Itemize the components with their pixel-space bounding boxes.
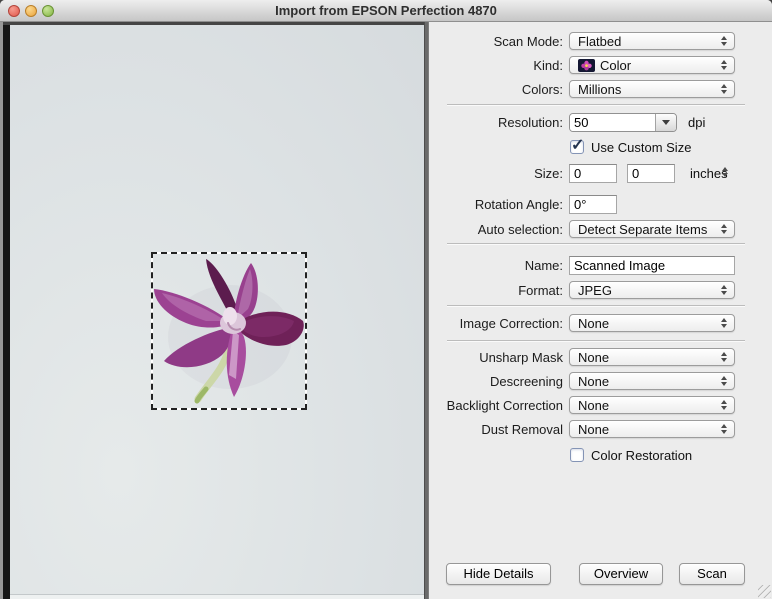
minimize-button[interactable] xyxy=(25,5,37,17)
auto-selection-select[interactable]: Detect Separate Items xyxy=(569,220,735,238)
image-correction-select[interactable]: None xyxy=(569,314,735,332)
separator xyxy=(447,104,745,106)
window-title: Import from EPSON Perfection 4870 xyxy=(0,0,772,22)
resolution-combo[interactable] xyxy=(569,113,677,132)
scan-mode-select[interactable]: Flatbed xyxy=(569,32,735,50)
descreening-label: Descreening xyxy=(490,372,563,391)
up-down-arrows-icon xyxy=(721,285,727,295)
scan-mode-label: Scan Mode: xyxy=(494,32,563,51)
size-label: Size: xyxy=(534,164,563,183)
up-down-arrows-icon xyxy=(721,376,727,386)
resize-grip[interactable] xyxy=(758,585,771,598)
up-down-arrows-icon xyxy=(721,352,727,362)
scan-bottom-edge xyxy=(0,594,424,599)
color-photo-icon xyxy=(578,59,595,72)
scan-top-edge xyxy=(0,22,424,25)
dust-removal-select[interactable]: None xyxy=(569,420,735,438)
colors-label: Colors: xyxy=(522,80,563,99)
up-down-arrows-icon xyxy=(721,424,727,434)
scanner-bed-edge xyxy=(3,25,10,599)
titlebar[interactable]: Import from EPSON Perfection 4870 xyxy=(0,0,772,22)
up-down-arrows-icon[interactable] xyxy=(722,167,728,177)
dropdown-arrow-icon[interactable] xyxy=(655,114,676,131)
use-custom-size-checkbox[interactable]: ✓ xyxy=(570,140,584,154)
overview-button[interactable]: Overview xyxy=(579,563,663,585)
scan-button[interactable]: Scan xyxy=(679,563,745,585)
color-restoration-label[interactable]: Color Restoration xyxy=(591,446,692,465)
backlight-correction-select[interactable]: None xyxy=(569,396,735,414)
color-restoration-checkbox[interactable]: ✓ xyxy=(570,448,584,462)
up-down-arrows-icon xyxy=(721,60,727,70)
rotation-angle-label: Rotation Angle: xyxy=(475,195,563,214)
zoom-button[interactable] xyxy=(42,5,54,17)
resolution-input[interactable] xyxy=(570,114,656,131)
backlight-correction-label: Backlight Correction xyxy=(447,396,563,415)
up-down-arrows-icon xyxy=(721,84,727,94)
image-correction-label: Image Correction: xyxy=(460,314,563,333)
separator xyxy=(447,243,745,245)
up-down-arrows-icon xyxy=(721,318,727,328)
close-button[interactable] xyxy=(8,5,20,17)
kind-label: Kind: xyxy=(533,56,563,75)
settings-panel: Scan Mode: Flatbed Kind: Color xyxy=(429,22,772,599)
format-select[interactable]: JPEG xyxy=(569,281,735,299)
name-input[interactable] xyxy=(569,256,735,275)
selection-marquee[interactable] xyxy=(151,252,307,410)
name-label: Name: xyxy=(525,256,563,275)
format-label: Format: xyxy=(518,281,563,300)
dust-removal-label: Dust Removal xyxy=(481,420,563,439)
separator xyxy=(447,340,745,342)
rotation-angle-input[interactable] xyxy=(569,195,617,214)
resolution-label: Resolution: xyxy=(498,113,563,132)
up-down-arrows-icon xyxy=(721,224,727,234)
dpi-unit-label: dpi xyxy=(688,113,705,132)
use-custom-size-label[interactable]: Use Custom Size xyxy=(591,138,691,157)
size-height-input[interactable] xyxy=(627,164,675,183)
descreening-select[interactable]: None xyxy=(569,372,735,390)
hide-details-button[interactable]: Hide Details xyxy=(446,563,551,585)
auto-selection-label: Auto selection: xyxy=(478,220,563,239)
size-width-input[interactable] xyxy=(569,164,617,183)
colors-select[interactable]: Millions xyxy=(569,80,735,98)
kind-select[interactable]: Color xyxy=(569,56,735,74)
up-down-arrows-icon xyxy=(721,36,727,46)
up-down-arrows-icon xyxy=(721,400,727,410)
scan-preview[interactable] xyxy=(0,22,424,599)
import-window: Import from EPSON Perfection 4870 xyxy=(0,0,772,599)
separator xyxy=(447,305,745,307)
unsharp-mask-label: Unsharp Mask xyxy=(479,348,563,367)
unsharp-mask-select[interactable]: None xyxy=(569,348,735,366)
